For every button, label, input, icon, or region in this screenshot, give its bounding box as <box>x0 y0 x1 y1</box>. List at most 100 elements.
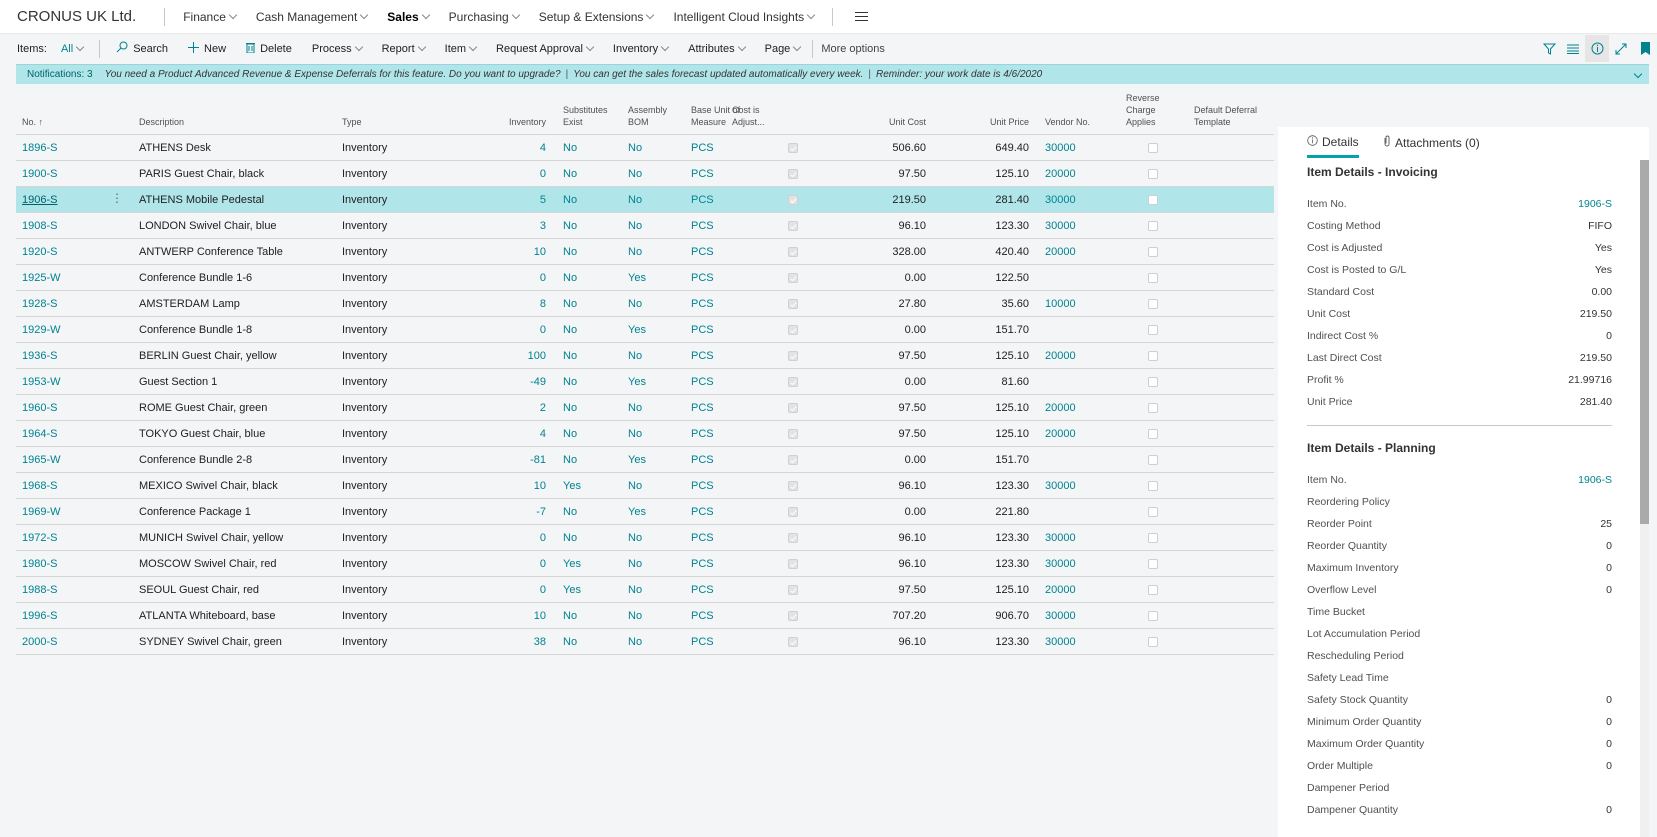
new-button[interactable]: New <box>188 41 226 56</box>
column-header-assembly-bom[interactable]: Assembly BOM <box>628 104 667 128</box>
inventory-value[interactable]: 0 <box>446 584 546 596</box>
table-row[interactable]: 1953-W Guest Section 1 Inventory -49 No Yes PC… <box>16 369 1274 395</box>
item-no-link[interactable]: 1988-S <box>22 584 57 596</box>
table-row[interactable]: 1920-S ANTWERP Conference Table Inventory 1… <box>16 239 1274 265</box>
base-uom-value[interactable]: PCS <box>691 506 714 518</box>
substitutes-exist-value[interactable]: No <box>563 324 577 336</box>
nav-item-finance[interactable]: Finance <box>183 10 238 24</box>
inventory-value[interactable]: 0 <box>446 532 546 544</box>
reverse-charge-checkbox[interactable] <box>1148 559 1158 569</box>
notification-count[interactable]: Notifications: 3 <box>27 69 93 80</box>
inventory-value[interactable]: 38 <box>446 636 546 648</box>
assembly-bom-value[interactable]: No <box>628 610 642 622</box>
reverse-charge-checkbox[interactable] <box>1148 637 1158 647</box>
nav-item-cash-management[interactable]: Cash Management <box>256 10 369 24</box>
assembly-bom-value[interactable]: No <box>628 246 642 258</box>
nav-item-intelligent-cloud-insights[interactable]: Intelligent Cloud Insights <box>673 10 816 24</box>
bookmark-icon[interactable] <box>1633 35 1657 62</box>
table-row[interactable]: 1896-S ATHENS Desk Inventory 4 No No PCS 506.60… <box>16 135 1274 161</box>
assembly-bom-value[interactable]: No <box>628 480 642 492</box>
base-uom-value[interactable]: PCS <box>691 350 714 362</box>
base-uom-value[interactable]: PCS <box>691 480 714 492</box>
inventory-value[interactable]: 100 <box>446 350 546 362</box>
assembly-bom-value[interactable]: Yes <box>628 324 646 336</box>
assembly-bom-value[interactable]: No <box>628 402 642 414</box>
assembly-bom-value[interactable]: No <box>628 298 642 310</box>
column-header-unit-price[interactable]: Unit Price <box>929 116 1029 128</box>
base-uom-value[interactable]: PCS <box>691 194 714 206</box>
base-uom-value[interactable]: PCS <box>691 584 714 596</box>
notification-message[interactable]: Reminder: your work date is 4/6/2020 <box>876 69 1042 80</box>
assembly-bom-value[interactable]: No <box>628 428 642 440</box>
table-row[interactable]: 1972-S MUNICH Swivel Chair, yellow Invento… <box>16 525 1274 551</box>
inventory-value[interactable]: 0 <box>446 168 546 180</box>
assembly-bom-value[interactable]: Yes <box>628 272 646 284</box>
inventory-value[interactable]: 3 <box>446 220 546 232</box>
reverse-charge-checkbox[interactable] <box>1148 481 1158 491</box>
assembly-bom-value[interactable]: No <box>628 168 642 180</box>
base-uom-value[interactable]: PCS <box>691 220 714 232</box>
table-row[interactable]: 1988-S SEOUL Guest Chair, red Inventory 0 Ye… <box>16 577 1274 603</box>
table-row[interactable]: 1968-S MEXICO Swivel Chair, black Inventor… <box>16 473 1274 499</box>
item-no-link[interactable]: 1908-S <box>22 220 57 232</box>
table-row[interactable]: 1996-S ATLANTA Whiteboard, base Inventory 1… <box>16 603 1274 629</box>
more-options-button[interactable]: More options <box>821 43 885 55</box>
chevron-down-icon[interactable] <box>1631 69 1643 80</box>
reverse-charge-checkbox[interactable] <box>1148 507 1158 517</box>
filter-icon[interactable] <box>1537 35 1561 62</box>
base-uom-value[interactable]: PCS <box>691 246 714 258</box>
column-header-reverse-charge-applies[interactable]: Reverse Charge Applies <box>1126 92 1160 128</box>
notification-message[interactable]: You need a Product Advanced Revenue & Ex… <box>105 69 561 80</box>
tab-details[interactable]: Details <box>1307 135 1359 158</box>
inventory-value[interactable]: 4 <box>446 428 546 440</box>
assembly-bom-value[interactable]: No <box>628 142 642 154</box>
substitutes-exist-value[interactable]: Yes <box>563 558 581 570</box>
inventory-value[interactable]: 10 <box>446 480 546 492</box>
list-view-icon[interactable] <box>1561 35 1585 62</box>
table-row[interactable]: 1928-S AMSTERDAM Lamp Inventory 8 No No PCS 27.… <box>16 291 1274 317</box>
reverse-charge-checkbox[interactable] <box>1148 143 1158 153</box>
substitutes-exist-value[interactable]: No <box>563 454 577 466</box>
item-no-link[interactable]: 1929-W <box>22 324 61 336</box>
base-uom-value[interactable]: PCS <box>691 610 714 622</box>
inventory-value[interactable]: 0 <box>446 558 546 570</box>
reverse-charge-checkbox[interactable] <box>1148 403 1158 413</box>
nav-item-purchasing[interactable]: Purchasing <box>449 10 520 24</box>
reverse-charge-checkbox[interactable] <box>1148 351 1158 361</box>
scrollbar-thumb[interactable] <box>1640 160 1649 524</box>
row-actions-icon[interactable]: ⋮ <box>111 192 123 204</box>
column-header-type[interactable]: Type <box>342 116 362 128</box>
reverse-charge-checkbox[interactable] <box>1148 247 1158 257</box>
item-no-link[interactable]: 1965-W <box>22 454 61 466</box>
vendor-no-link[interactable]: 30000 <box>1045 532 1076 544</box>
item-no-link[interactable]: 1972-S <box>22 532 57 544</box>
substitutes-exist-value[interactable]: No <box>563 350 577 362</box>
item-no-link[interactable]: 1953-W <box>22 376 61 388</box>
inventory-value[interactable]: -7 <box>446 506 546 518</box>
column-header-default-deferral-template[interactable]: Default Deferral Template <box>1194 104 1257 128</box>
column-header-vendor-no[interactable]: Vendor No. <box>1045 116 1090 128</box>
field-value[interactable]: 1906-S <box>1578 474 1612 486</box>
table-row[interactable]: 1925-W Conference Bundle 1-6 Inventory 0 No Y… <box>16 265 1274 291</box>
reverse-charge-checkbox[interactable] <box>1148 429 1158 439</box>
substitutes-exist-value[interactable]: Yes <box>563 480 581 492</box>
inventory-value[interactable]: 4 <box>446 142 546 154</box>
item-no-link[interactable]: 1960-S <box>22 402 57 414</box>
reverse-charge-checkbox[interactable] <box>1148 221 1158 231</box>
company-name[interactable]: CRONUS UK Ltd. <box>17 8 136 25</box>
substitutes-exist-value[interactable]: No <box>563 376 577 388</box>
substitutes-exist-value[interactable]: No <box>563 506 577 518</box>
base-uom-value[interactable]: PCS <box>691 324 714 336</box>
search-button[interactable]: Search <box>116 41 168 56</box>
vendor-no-link[interactable]: 20000 <box>1045 350 1076 362</box>
item-no-link[interactable]: 1936-S <box>22 350 57 362</box>
info-icon[interactable] <box>1585 35 1609 62</box>
base-uom-value[interactable]: PCS <box>691 298 714 310</box>
reverse-charge-checkbox[interactable] <box>1148 169 1158 179</box>
item-no-link[interactable]: 1906-S <box>22 194 57 206</box>
vendor-no-link[interactable]: 30000 <box>1045 636 1076 648</box>
assembly-bom-value[interactable]: No <box>628 194 642 206</box>
assembly-bom-value[interactable]: No <box>628 584 642 596</box>
vendor-no-link[interactable]: 20000 <box>1045 168 1076 180</box>
vendor-no-link[interactable]: 20000 <box>1045 402 1076 414</box>
